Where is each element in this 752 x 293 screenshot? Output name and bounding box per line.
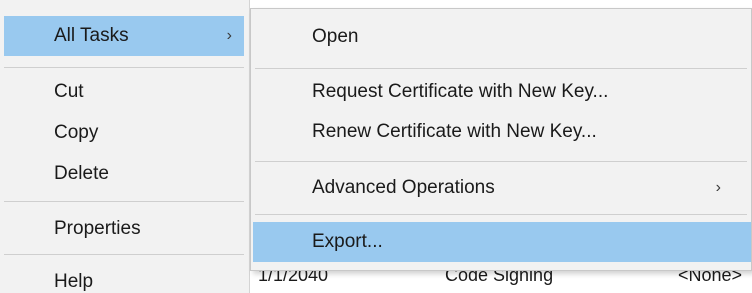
menu-item-label: Renew Certificate with New Key... <box>312 121 597 142</box>
submenu-item-open[interactable]: Open <box>251 17 751 57</box>
chevron-right-icon: › <box>715 179 721 196</box>
menu-item-label: Properties <box>54 218 141 239</box>
menu-item-help[interactable]: Help <box>0 262 250 293</box>
menu-item-delete[interactable]: Delete <box>0 154 250 194</box>
context-menu: All Tasks › Cut Copy Delete Properties H… <box>0 0 250 293</box>
screenshot-stage: 1/1/2040 Code Signing <None> All Tasks ›… <box>0 0 752 293</box>
menu-item-properties[interactable]: Properties <box>0 209 250 249</box>
menu-item-label: Export... <box>312 231 383 252</box>
submenu-item-renew-certificate[interactable]: Renew Certificate with New Key... <box>251 112 751 152</box>
menu-item-label: Cut <box>54 81 84 102</box>
all-tasks-submenu: Open Request Certificate with New Key...… <box>250 8 752 271</box>
menu-separator <box>255 161 747 162</box>
menu-separator <box>4 254 244 255</box>
submenu-item-export[interactable]: Export... <box>253 222 751 262</box>
menu-item-label: All Tasks <box>54 25 129 46</box>
menu-item-label: Request Certificate with New Key... <box>312 81 609 102</box>
submenu-item-advanced-operations[interactable]: Advanced Operations › <box>251 168 751 208</box>
menu-separator <box>255 214 747 215</box>
menu-item-all-tasks[interactable]: All Tasks › <box>4 16 244 56</box>
menu-item-label: Delete <box>54 163 109 184</box>
menu-item-label: Advanced Operations <box>312 177 495 198</box>
submenu-item-request-certificate[interactable]: Request Certificate with New Key... <box>251 72 751 112</box>
menu-separator <box>4 67 244 68</box>
menu-item-label: Help <box>54 271 94 292</box>
menu-item-label: Copy <box>54 122 99 143</box>
menu-separator <box>4 201 244 202</box>
menu-item-cut[interactable]: Cut <box>0 72 250 112</box>
menu-item-copy[interactable]: Copy <box>0 113 250 153</box>
menu-separator <box>255 68 747 69</box>
menu-item-label: Open <box>312 26 359 47</box>
certificate-list-row[interactable]: 1/1/2040 Code Signing <None> <box>250 265 752 293</box>
chevron-right-icon: › <box>226 27 232 44</box>
